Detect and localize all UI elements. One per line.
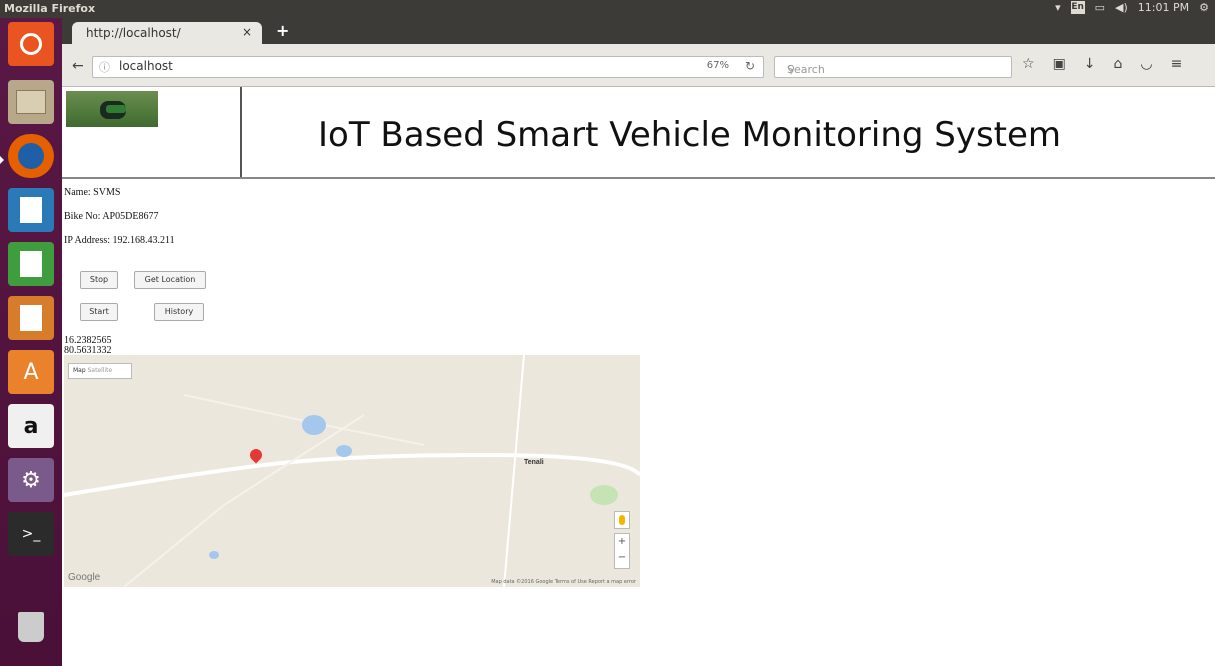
dash-icon[interactable] xyxy=(8,22,54,66)
header-divider xyxy=(240,87,242,177)
close-icon[interactable]: × xyxy=(242,25,252,39)
power-icon[interactable]: ⚙ xyxy=(1199,1,1209,14)
files-icon[interactable] xyxy=(8,80,54,124)
impress-icon[interactable] xyxy=(8,296,54,340)
url-bar[interactable]: ⓘ localhost 67% ↻ xyxy=(92,56,764,78)
info-icon[interactable]: ⓘ xyxy=(99,59,110,75)
trash-icon[interactable] xyxy=(18,612,44,642)
unity-launcher: A a ⚙ >_ xyxy=(0,18,62,666)
page-header: IoT Based Smart Vehicle Monitoring Syste… xyxy=(62,87,1215,179)
map-roads xyxy=(64,355,640,587)
document-icon xyxy=(20,197,42,223)
road-main xyxy=(64,452,640,497)
globe-icon xyxy=(18,143,44,169)
drawer-icon xyxy=(16,90,46,114)
google-logo: Google xyxy=(68,572,101,583)
library-icon[interactable]: ▣ xyxy=(1053,56,1066,72)
search-placeholder: Search xyxy=(787,63,825,76)
ip-address: IP Address: 192.168.43.211 xyxy=(64,235,175,246)
amazon-label: a xyxy=(23,413,39,439)
prompt-icon: >_ xyxy=(21,526,41,542)
map-type-label[interactable]: Map xyxy=(73,367,86,374)
zoom-out-button[interactable]: − xyxy=(615,550,629,566)
firefox-icon[interactable] xyxy=(8,134,54,178)
spreadsheet-icon xyxy=(20,251,42,277)
download-icon[interactable]: ↓ xyxy=(1084,56,1096,72)
stop-button[interactable]: Stop xyxy=(80,271,118,289)
tab-localhost[interactable]: http://localhost/ × xyxy=(72,22,262,44)
ubuntu-logo-icon xyxy=(20,33,42,55)
satellite-label[interactable]: Satellite xyxy=(88,367,113,374)
vehicle-name: Name: SVMS xyxy=(64,187,121,198)
clock[interactable]: 11:01 PM xyxy=(1138,1,1189,14)
amazon-icon[interactable]: a xyxy=(8,404,54,448)
home-icon[interactable]: ⌂ xyxy=(1114,56,1123,72)
street-view-icon[interactable] xyxy=(614,511,630,529)
back-icon[interactable]: ← xyxy=(72,58,84,74)
bike-logo-image xyxy=(66,91,158,127)
get-location-button[interactable]: Get Location xyxy=(134,271,206,289)
lake-1 xyxy=(302,415,326,435)
pocket-icon[interactable]: ◡ xyxy=(1140,56,1152,72)
software-center-icon[interactable]: A xyxy=(8,350,54,394)
active-app-indicator xyxy=(0,156,4,164)
toolbar-icons: ☆ ▣ ↓ ⌂ ◡ ≡ xyxy=(1022,56,1182,72)
presentation-icon xyxy=(20,305,42,331)
zoom-control[interactable]: + − xyxy=(614,533,630,569)
search-input[interactable]: ⚲ Search xyxy=(774,56,1012,78)
page-content: IoT Based Smart Vehicle Monitoring Syste… xyxy=(62,87,1215,666)
system-tray: ▾ En ▭ ◀) 11:01 PM ⚙ xyxy=(1055,1,1209,14)
navigation-toolbar: ← ⓘ localhost 67% ↻ ⚲ Search ☆ ▣ ↓ ⌂ ◡ ≡ xyxy=(62,44,1215,87)
lake-2 xyxy=(336,445,352,457)
road-north-south xyxy=(503,355,525,587)
map-type-control[interactable]: Map Satellite xyxy=(68,363,132,379)
bag-icon: A xyxy=(23,359,39,385)
bike-number: Bike No: AP05DE8677 xyxy=(64,211,159,222)
window-title: Mozilla Firefox xyxy=(4,2,96,15)
lake-3 xyxy=(209,551,219,559)
tab-title: http://localhost/ xyxy=(86,26,181,40)
new-tab-icon[interactable]: + xyxy=(276,21,289,40)
google-map[interactable]: Map Satellite Tenali + − Google Map data… xyxy=(64,355,640,587)
page-title: IoT Based Smart Vehicle Monitoring Syste… xyxy=(318,115,1062,155)
road-diagonal xyxy=(123,414,365,587)
start-button[interactable]: Start xyxy=(80,303,118,321)
writer-icon[interactable] xyxy=(8,188,54,232)
zoom-in-button[interactable]: + xyxy=(615,534,629,550)
volume-icon[interactable]: ◀) xyxy=(1115,1,1128,14)
menu-icon[interactable]: ≡ xyxy=(1171,56,1183,72)
motorcycle-body xyxy=(106,105,126,113)
system-top-bar: Mozilla Firefox ▾ En ▭ ◀) 11:01 PM ⚙ xyxy=(0,0,1215,18)
bookmark-star-icon[interactable]: ☆ xyxy=(1022,56,1035,72)
map-attribution[interactable]: Map data ©2016 Google Terms of Use Repor… xyxy=(491,579,636,585)
park xyxy=(590,485,618,505)
history-button[interactable]: History xyxy=(154,303,204,321)
battery-icon[interactable]: ▭ xyxy=(1095,1,1105,14)
wifi-icon[interactable]: ▾ xyxy=(1055,1,1061,14)
calc-icon[interactable] xyxy=(8,242,54,286)
zoom-indicator[interactable]: 67% xyxy=(707,60,729,71)
keyboard-indicator[interactable]: En xyxy=(1070,1,1085,14)
terminal-icon[interactable]: >_ xyxy=(8,512,54,556)
tab-strip: http://localhost/ × + xyxy=(62,18,1215,44)
settings-icon[interactable]: ⚙ xyxy=(8,458,54,502)
reload-icon[interactable]: ↻ xyxy=(745,59,755,73)
wrench-icon: ⚙ xyxy=(21,467,41,493)
town-label: Tenali xyxy=(524,459,544,466)
url-text: localhost xyxy=(119,59,173,73)
